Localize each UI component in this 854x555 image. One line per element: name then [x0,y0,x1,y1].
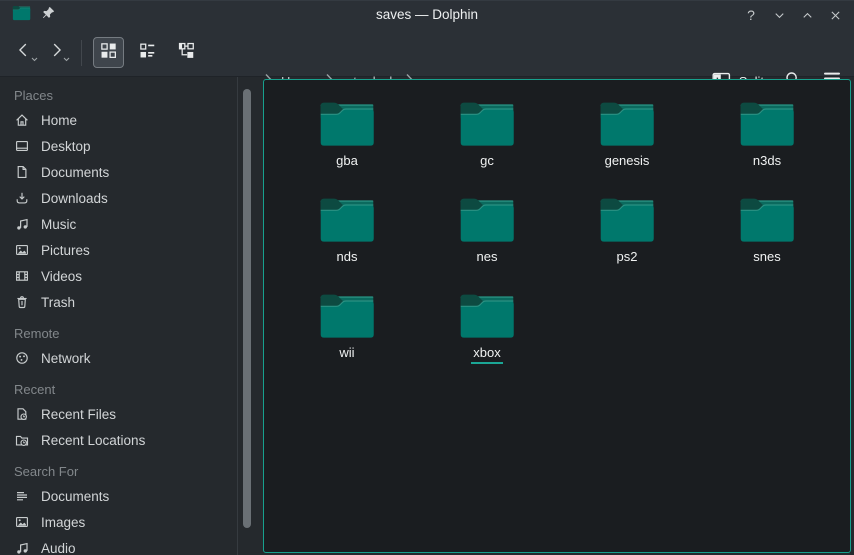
sidebar-item-desktop[interactable]: Desktop [14,133,258,159]
chevron-up-icon [800,8,815,23]
folder-item-gba[interactable]: gba [277,90,417,186]
minimize-button[interactable] [768,4,790,26]
folder-item-nes[interactable]: nes [417,186,557,282]
tree-view-icon [177,41,196,65]
folder-item-wii[interactable]: wii [277,282,417,378]
document-icon [14,164,30,180]
folder-item-nds[interactable]: nds [277,186,417,282]
image-icon [14,242,30,258]
text-lines-icon [14,488,30,504]
folder-icon [458,289,516,340]
sidebar-item-videos[interactable]: Videos [14,263,258,289]
details-view-icon [138,41,157,65]
folder-icon [738,97,796,148]
pin-icon [41,5,56,25]
folder-item-ps2[interactable]: ps2 [557,186,697,282]
folder-icon [318,193,376,244]
folder-item-n3ds[interactable]: n3ds [697,90,837,186]
app-folder-icon [12,4,31,26]
panel-divider [237,77,238,555]
sidebar-item-documents[interactable]: Documents [14,159,258,185]
chevron-down-icon [772,8,787,23]
view-mode-icons-button[interactable] [93,37,124,68]
music-note-icon [14,540,30,555]
window-title: saves — Dolphin [0,1,854,29]
folder-icon [458,193,516,244]
sidebar-item-pictures[interactable]: Pictures [14,237,258,263]
recent-file-icon [14,406,30,422]
forward-dropdown-caret-icon[interactable] [63,49,70,67]
view-mode-details-button[interactable] [132,37,163,68]
section-header-recent: Recent [14,379,258,401]
folder-icon [318,289,376,340]
folder-icon [598,97,656,148]
folder-view[interactable]: gba gc genesis n3ds nds nes ps2 snes wii… [263,79,851,553]
section-header-search-for: Search For [14,461,258,483]
folder-item-gc[interactable]: gc [417,90,557,186]
sidebar-item-search-audio[interactable]: Audio [14,535,258,555]
icons-view-icon [99,41,118,65]
folder-item-genesis[interactable]: genesis [557,90,697,186]
close-icon [829,9,842,22]
maximize-button[interactable] [796,4,818,26]
back-dropdown-caret-icon[interactable] [31,49,38,67]
close-button[interactable] [824,4,846,26]
view-mode-tree-button[interactable] [171,37,202,68]
dolphin-window: saves — Dolphin ? [0,0,854,555]
film-icon [14,268,30,284]
folder-icon [598,193,656,244]
folder-grid: gba gc genesis n3ds nds nes ps2 snes wii… [264,80,850,378]
sidebar-item-music[interactable]: Music [14,211,258,237]
section-header-places: Places [14,85,258,107]
sidebar-item-recent-locations[interactable]: Recent Locations [14,427,258,453]
folder-icon [318,97,376,148]
forward-button[interactable] [42,38,70,68]
download-icon [14,190,30,206]
music-note-icon [14,216,30,232]
toolbar: Home retrodeck saves Split [0,29,854,77]
titlebar[interactable]: saves — Dolphin ? [0,1,854,29]
sidebar-item-search-documents[interactable]: Documents [14,483,258,509]
sidebar-item-downloads[interactable]: Downloads [14,185,258,211]
trash-icon [14,294,30,310]
sidebar-item-network[interactable]: Network [14,345,258,371]
sidebar-item-search-images[interactable]: Images [14,509,258,535]
sidebar-item-trash[interactable]: Trash [14,289,258,315]
desktop-icon [14,138,30,154]
toolbar-separator [81,40,82,66]
sidebar-item-recent-files[interactable]: Recent Files [14,401,258,427]
folder-icon [738,193,796,244]
help-button[interactable]: ? [740,4,762,26]
sidebar-scrollbar[interactable] [243,89,251,528]
recent-folder-icon [14,432,30,448]
back-button[interactable] [10,38,38,68]
folder-icon [458,97,516,148]
sidebar-item-home[interactable]: Home [14,107,258,133]
network-icon [14,350,30,366]
home-icon [14,112,30,128]
image-icon [14,514,30,530]
section-header-remote: Remote [14,323,258,345]
folder-item-snes[interactable]: snes [697,186,837,282]
places-panel: Places Home Desktop Documents Downloads … [0,77,258,555]
folder-item-xbox[interactable]: xbox [417,282,557,378]
